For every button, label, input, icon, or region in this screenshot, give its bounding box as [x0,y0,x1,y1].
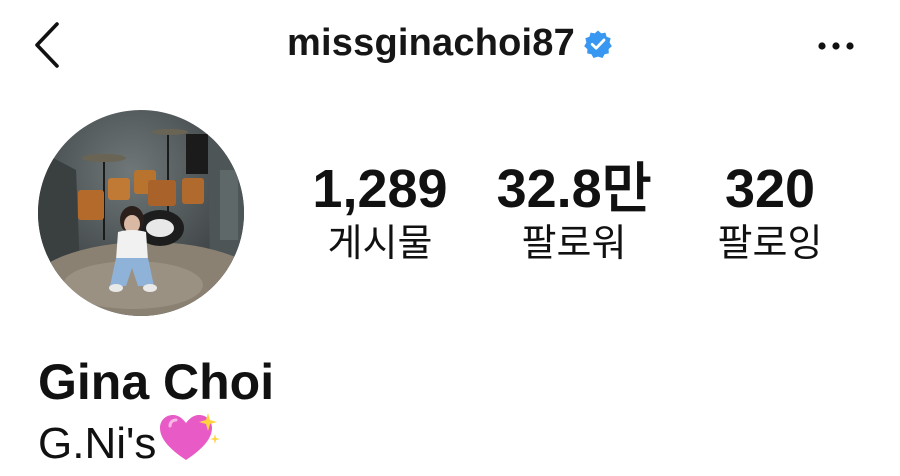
username: missginachoi87 [287,22,575,64]
following-label: 팔로잉 [717,221,823,265]
following-stat[interactable]: 320 팔로잉 [680,160,860,268]
followers-stat[interactable]: 32.8만 팔로워 [484,160,664,268]
display-name: Gina Choi [38,354,275,410]
sparkling-heart-icon [158,412,221,476]
bio-text: G.Ni's [38,419,157,468]
profile-header: missginachoi87 [0,0,900,92]
profile-bio: Gina Choi G.Ni's [38,352,858,476]
following-count: 320 [724,159,816,219]
profile-photo [38,110,244,316]
followers-label: 팔로워 [521,221,627,265]
posts-stat[interactable]: 1,289 게시물 [290,160,470,268]
header-title: missginachoi87 [0,22,900,65]
posts-label: 게시물 [327,221,433,265]
avatar[interactable] [38,110,244,316]
followers-count: 32.8만 [496,159,652,219]
posts-count: 1,289 [312,159,448,219]
more-options-button[interactable] [816,34,856,58]
verified-badge-icon [583,29,613,59]
bio-text-line: G.Ni's [38,412,858,476]
profile-stats: 1,289 게시물 32.8만 팔로워 320 팔로잉 [290,160,870,270]
more-horizontal-icon [818,42,854,50]
